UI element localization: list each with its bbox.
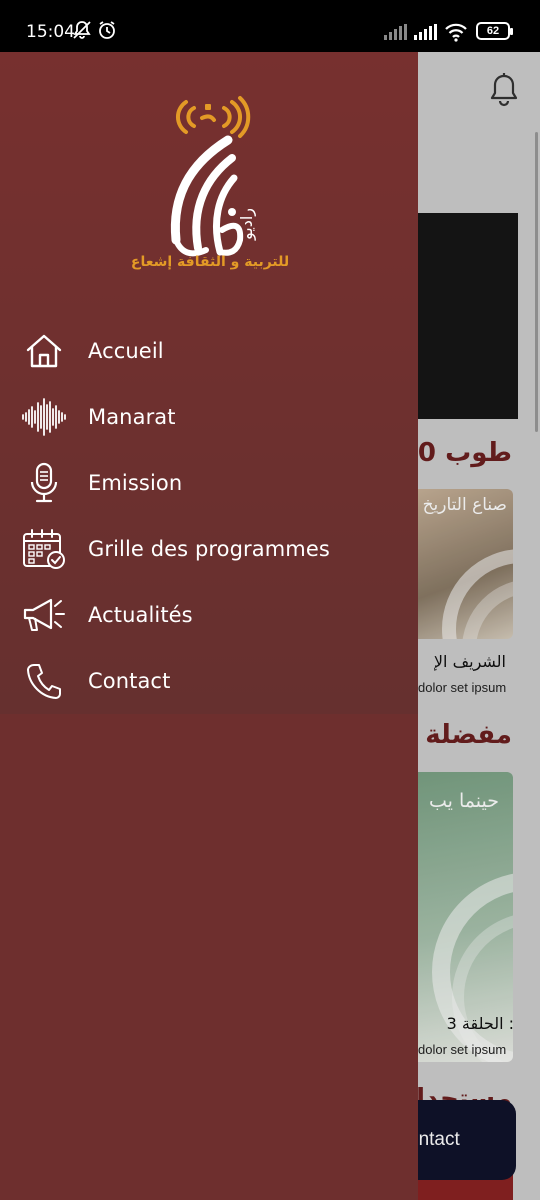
menu-item-grille[interactable]: Grille des programmes [0,516,418,582]
navigation-drawer: راديو للتربية و الثقافة إشعاع Accueil Ma… [0,52,418,1200]
menu-item-label: Emission [88,471,183,495]
home-icon [20,329,68,373]
megaphone-icon [20,593,68,637]
phone-icon [20,659,68,703]
bell-off-icon [72,20,92,45]
logo-tagline: للتربية و الثقافة إشعاع [130,254,290,270]
logo-word: راديو [237,208,257,241]
menu-item-emission[interactable]: Emission [0,450,418,516]
radio-logo: راديو [136,90,286,280]
menu-item-label: Manarat [88,405,176,429]
menu-item-label: Actualités [88,603,193,627]
menu-item-actualites[interactable]: Actualités [0,582,418,648]
menu-item-label: Grille des programmes [88,537,330,561]
menu-item-accueil[interactable]: Accueil [0,318,418,384]
drawer-scrim[interactable] [418,52,540,1200]
status-time: 15:04 [26,22,75,42]
battery-indicator: 62 [476,22,513,40]
alarm-icon [97,20,117,45]
signal-icon-2 [414,24,438,45]
wifi-icon [444,22,468,47]
menu-item-contact[interactable]: Contact [0,648,418,714]
drawer-menu: Accueil Manarat Emission Grille des prog… [0,318,418,714]
status-bar: 15:04 62 [0,0,540,52]
signal-icon [384,24,408,45]
microphone-icon [20,461,68,505]
sound-wave-icon [20,395,68,439]
menu-item-label: Accueil [88,339,164,363]
calendar-icon [20,527,68,571]
menu-item-manarat[interactable]: Manarat [0,384,418,450]
menu-item-label: Contact [88,669,171,693]
